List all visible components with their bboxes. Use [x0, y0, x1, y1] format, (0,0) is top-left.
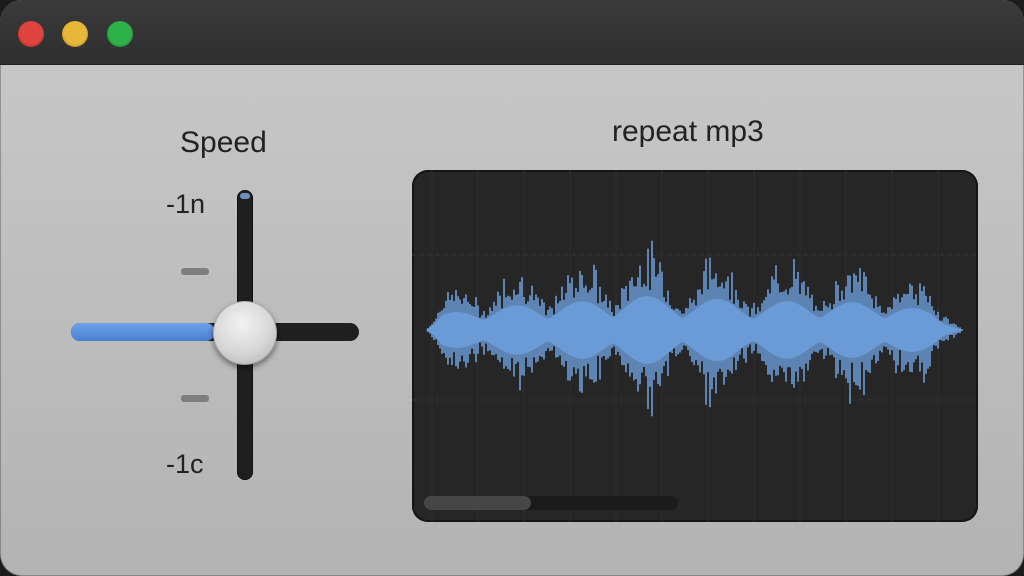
speed-title: Speed	[180, 126, 267, 159]
app-window: Speed -1n -1c repeat mp3	[0, 0, 1024, 576]
minimize-button[interactable]	[62, 21, 88, 47]
waveform-panel[interactable]	[412, 170, 978, 522]
speed-vertical-slider-cap	[240, 193, 250, 199]
speed-slider-knob[interactable]	[213, 301, 277, 365]
close-button[interactable]	[18, 21, 44, 47]
file-title: repeat mp3	[612, 115, 764, 148]
waveform-scrollbar[interactable]	[424, 496, 678, 510]
waveform-scroll-thumb[interactable]	[424, 496, 531, 510]
zoom-button[interactable]	[107, 21, 133, 47]
waveform-display	[412, 170, 978, 522]
speed-tick-mark-upper	[181, 268, 209, 275]
title-bar	[0, 0, 1024, 65]
speed-horizontal-slider-fill	[71, 323, 215, 341]
waveform-bars	[426, 240, 963, 417]
speed-bottom-label: -1c	[166, 449, 204, 479]
speed-tick-mark-lower	[181, 395, 209, 402]
speed-top-label: -1n	[166, 189, 206, 219]
